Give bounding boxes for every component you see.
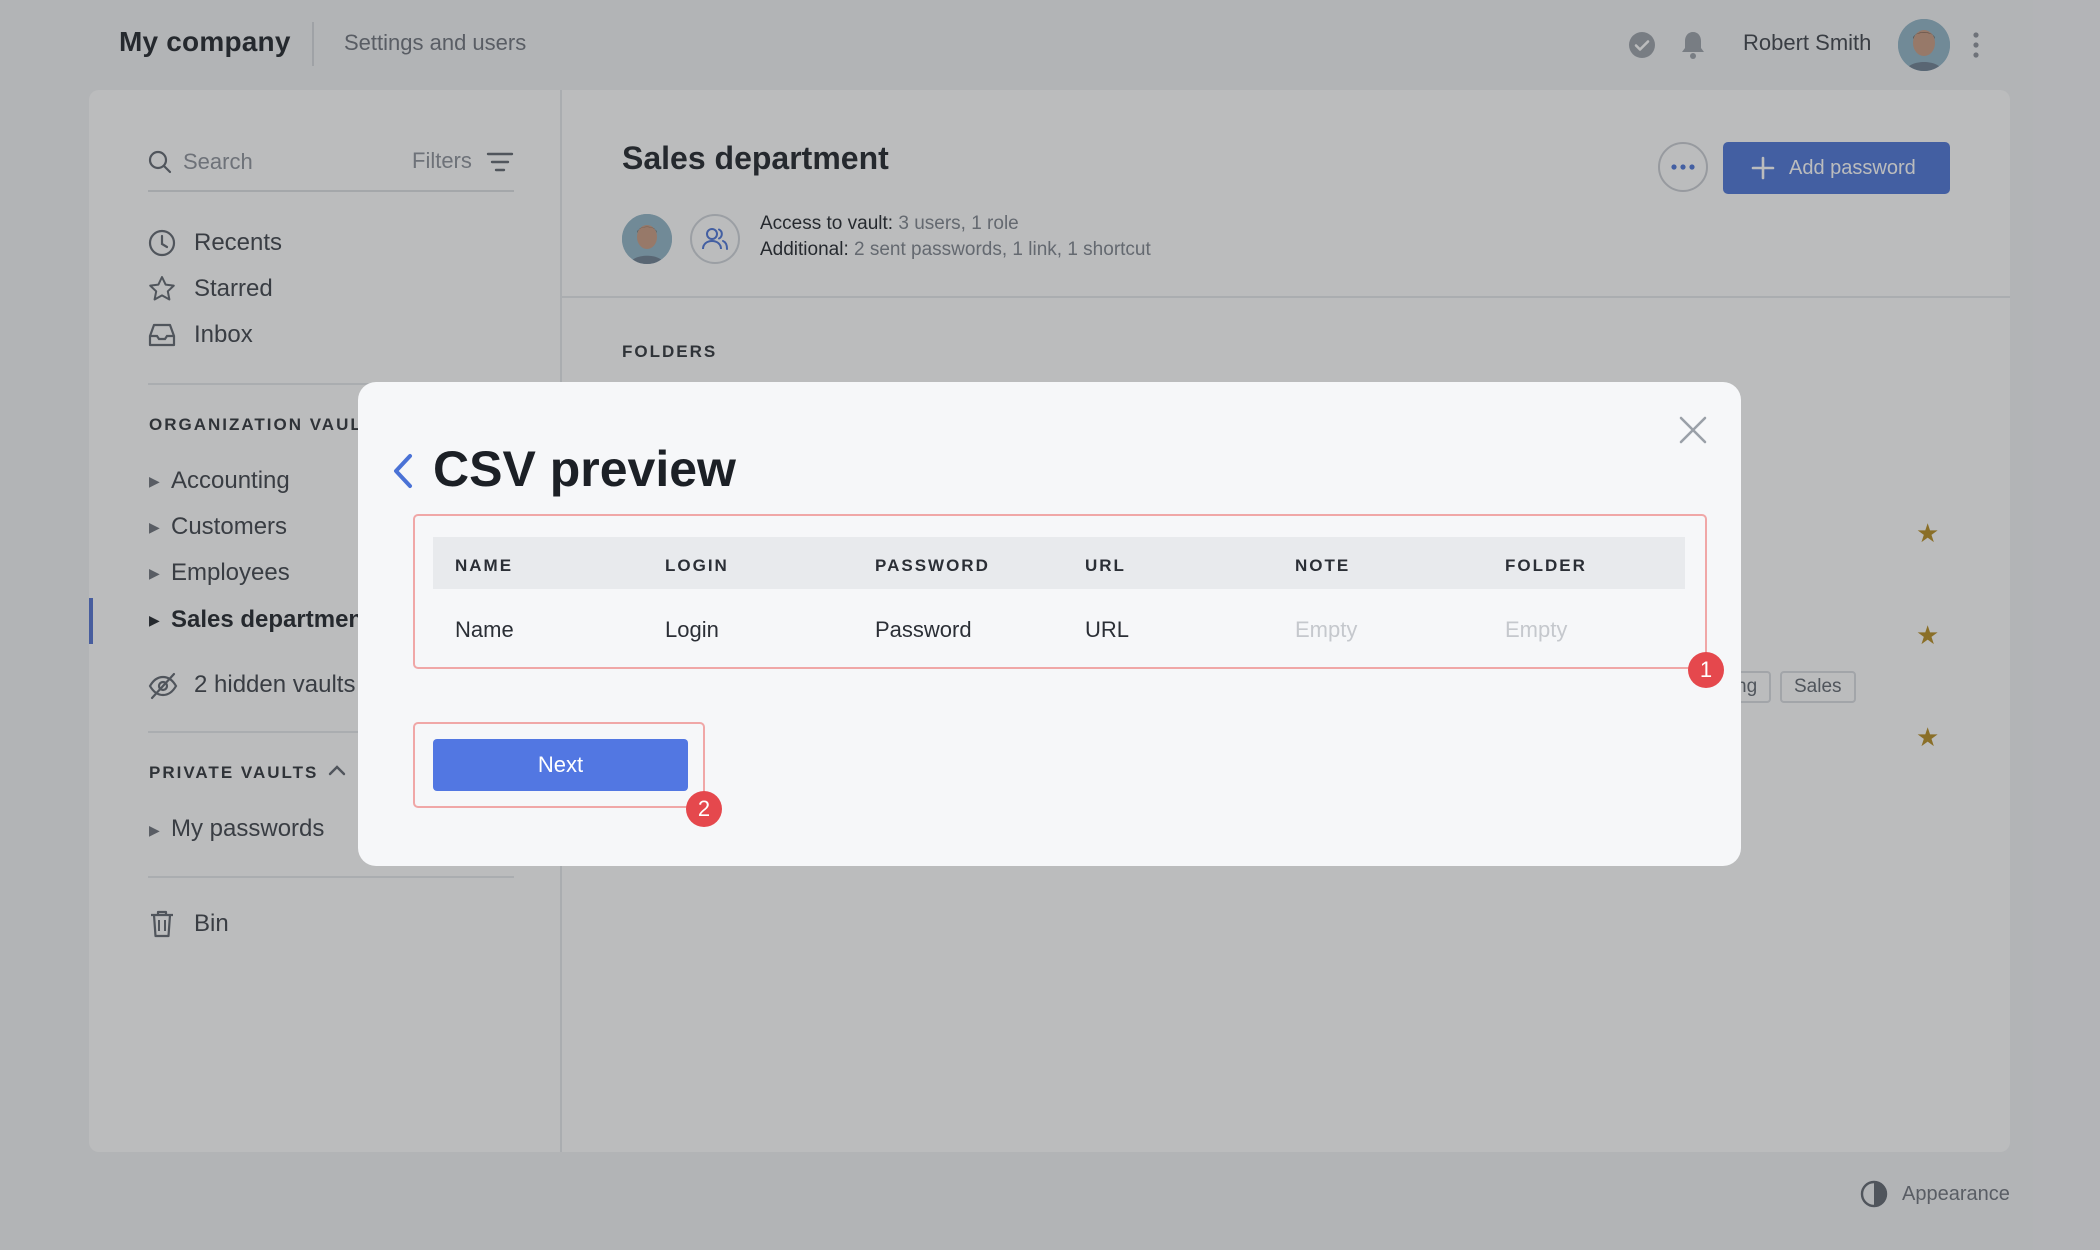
column-header: LOGIN — [665, 556, 729, 575]
column-header: PASSWORD — [875, 556, 990, 575]
csv-table-header — [433, 537, 1685, 589]
table-cell: Empty — [1505, 617, 1568, 642]
step-badge-1: 1 — [1688, 652, 1724, 688]
dialog-title: CSV preview — [433, 441, 736, 497]
table-cell: Empty — [1295, 617, 1358, 642]
table-cell: Name — [455, 617, 514, 642]
table-cell: Password — [875, 617, 972, 642]
column-header: NAME — [455, 556, 514, 575]
column-header: FOLDER — [1505, 556, 1587, 575]
table-cell: URL — [1085, 617, 1130, 642]
back-chevron-icon[interactable] — [386, 448, 420, 494]
next-button[interactable]: Next — [433, 739, 688, 791]
column-header: NOTE — [1295, 556, 1351, 575]
close-icon[interactable] — [1675, 412, 1711, 448]
table-cell: Login — [665, 617, 719, 642]
step-badge-2: 2 — [686, 791, 722, 827]
column-header: URL — [1085, 556, 1126, 575]
